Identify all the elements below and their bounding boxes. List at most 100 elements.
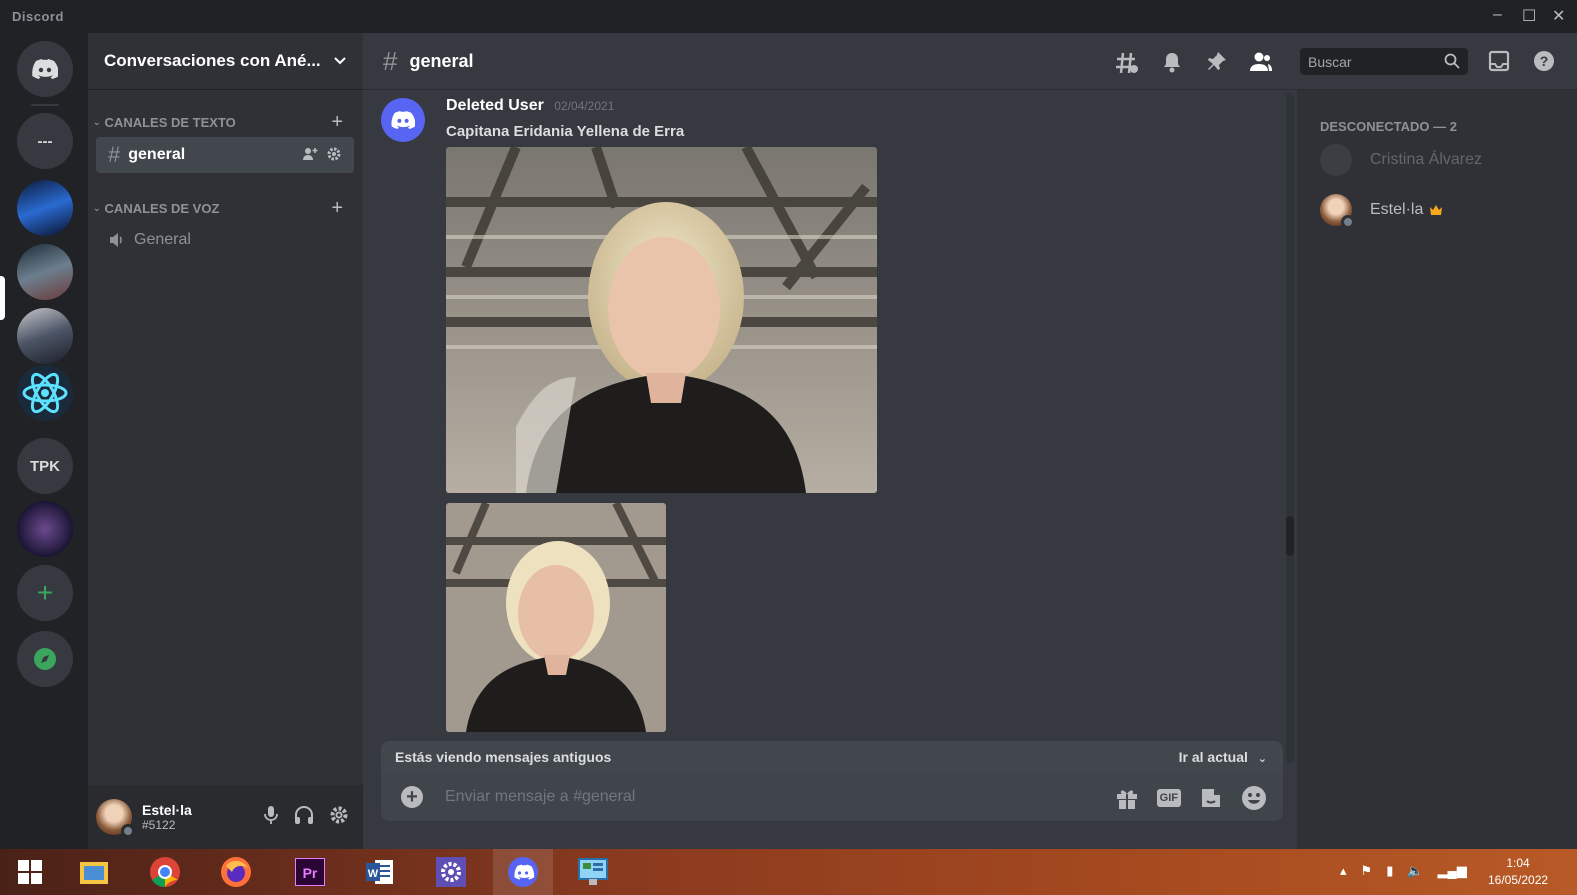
hash-icon: #: [108, 142, 121, 167]
guild-header[interactable]: Conversaciones con Ané...: [88, 33, 363, 90]
action-center-flag-icon[interactable]: ⚑: [1361, 863, 1373, 879]
message-input-placeholder: Enviar mensaje a #general: [445, 788, 636, 805]
taskbar-word[interactable]: W: [350, 849, 410, 895]
taskbar-clock[interactable]: 1:04 16/05/2022: [1488, 855, 1548, 889]
search-placeholder: Buscar: [1308, 53, 1352, 70]
battery-icon[interactable]: ▮: [1386, 863, 1393, 879]
firefox-icon: [221, 857, 251, 887]
guild-name: Conversaciones con Ané...: [104, 51, 321, 70]
explore-servers-button[interactable]: [17, 631, 73, 687]
svg-text:W: W: [368, 868, 379, 880]
message-author[interactable]: Deleted User: [446, 97, 544, 114]
clock-date: 16/05/2022: [1488, 873, 1549, 887]
old-messages-text: Estás viendo mensajes antiguos: [395, 749, 612, 765]
old-messages-bar: Estás viendo mensajes antiguos Ir al act…: [381, 741, 1283, 773]
minimize-button[interactable]: –: [1493, 6, 1502, 24]
server-avatar-icon[interactable]: [17, 308, 73, 364]
taskbar-firefox[interactable]: [206, 849, 266, 895]
scrollbar-track[interactable]: [1286, 93, 1294, 763]
emoji-icon[interactable]: [1241, 785, 1267, 811]
message-input[interactable]: + Enviar mensaje a #general GIF: [381, 773, 1283, 821]
taskbar-control-panel[interactable]: [563, 849, 623, 895]
channel-sidebar: Conversaciones con Ané... ⌄ CANALES DE T…: [88, 33, 363, 849]
create-channel-icon[interactable]: +: [331, 111, 343, 134]
rail-divider: [31, 104, 59, 106]
server-avatar-icon[interactable]: [17, 501, 73, 557]
system-tray: ▴ ⚑ ▮ 🔈 ▂▄▆: [1340, 863, 1467, 879]
username: Estel·la: [142, 802, 192, 818]
gear-icon[interactable]: [326, 146, 342, 162]
atom-server[interactable]: [17, 365, 73, 421]
taskbar-file-explorer[interactable]: [64, 849, 124, 895]
windows-taskbar: Pr W ▴ ⚑ ▮ 🔈 ▂▄▆ 1:04 16/05/2022: [0, 849, 1577, 895]
server-dashes[interactable]: ---: [17, 113, 73, 169]
chat-area: # general Buscar ? Deleted User 02/04/20…: [363, 33, 1577, 849]
network-signal-icon[interactable]: ▂▄▆: [1438, 863, 1467, 879]
close-button[interactable]: ✕: [1552, 6, 1565, 26]
user-info[interactable]: Estel·la #5122: [142, 802, 192, 832]
gif-button[interactable]: GIF: [1156, 789, 1181, 807]
member-item[interactable]: Cristina Álvarez: [1320, 144, 1482, 176]
start-button[interactable]: [0, 849, 60, 895]
home-button[interactable]: [17, 41, 73, 97]
headphones-icon[interactable]: [294, 805, 314, 825]
microphone-icon[interactable]: [263, 805, 279, 825]
portrait-image: [446, 503, 666, 732]
speaker-icon: [110, 233, 122, 247]
server-avatar-icon[interactable]: [17, 180, 73, 236]
server-avatar-icon[interactable]: [17, 244, 73, 300]
chevron-down-icon: ⌄: [93, 116, 101, 127]
member-item[interactable]: Estel·la: [1320, 194, 1443, 229]
chevron-down-icon: ⌄: [1257, 753, 1267, 765]
crown-icon: [1430, 205, 1443, 215]
channel-header: # general Buscar ?: [363, 33, 1577, 90]
taskbar-chrome[interactable]: [135, 849, 195, 895]
message-avatar[interactable]: [381, 98, 425, 142]
settings-gear-icon[interactable]: [329, 805, 349, 825]
sticker-icon[interactable]: [1199, 786, 1223, 810]
image-attachment[interactable]: [446, 503, 666, 732]
category-voice-channels[interactable]: ⌄ CANALES DE VOZ +: [88, 197, 363, 219]
channel-general[interactable]: # general: [96, 137, 354, 173]
category-label: CANALES DE VOZ: [104, 200, 220, 216]
create-channel-icon[interactable]: +: [331, 197, 343, 220]
maximize-button[interactable]: ☐: [1522, 6, 1536, 26]
avatar[interactable]: [96, 799, 135, 838]
volume-icon[interactable]: 🔈: [1407, 863, 1423, 879]
help-icon[interactable]: ?: [1533, 50, 1555, 72]
inbox-icon[interactable]: [1488, 50, 1510, 72]
threads-icon[interactable]: [1115, 51, 1139, 75]
image-attachment[interactable]: [446, 147, 877, 493]
server-tpk[interactable]: TPK: [17, 438, 73, 494]
invite-icon[interactable]: [302, 146, 318, 162]
scrollbar-thumb[interactable]: [1286, 516, 1294, 556]
taskbar-premiere[interactable]: Pr: [280, 849, 340, 895]
taskbar-discord[interactable]: [493, 849, 553, 895]
jump-to-present-button[interactable]: Ir al actual ⌄: [1179, 749, 1267, 765]
chevron-down-icon: [334, 57, 346, 65]
file-explorer-icon: [80, 862, 108, 884]
atom-icon: [22, 372, 68, 414]
search-icon: [1444, 53, 1460, 69]
pin-icon[interactable]: [1205, 51, 1227, 73]
message-content: Capitana Eridania Yellena de Erra: [446, 123, 685, 140]
discord-icon: [508, 857, 538, 887]
member-list-icon[interactable]: [1249, 51, 1273, 73]
discord-app: Discord – ☐ ✕ --- TPK + Conversaciones c…: [0, 0, 1577, 895]
gift-icon[interactable]: [1115, 786, 1139, 810]
add-server-button[interactable]: +: [17, 565, 73, 621]
tray-expand-icon[interactable]: ▴: [1340, 863, 1347, 879]
status-indicator: [1341, 215, 1355, 229]
hash-icon: #: [383, 45, 398, 76]
upload-plus-icon[interactable]: +: [401, 786, 423, 808]
status-indicator: [121, 824, 135, 838]
user-discriminator: #5122: [142, 818, 176, 832]
taskbar-settings[interactable]: [421, 849, 481, 895]
voice-channel-general[interactable]: General: [96, 222, 354, 258]
search-input[interactable]: Buscar: [1300, 48, 1468, 75]
start-icon: [18, 860, 42, 884]
svg-text:?: ?: [1540, 53, 1549, 69]
category-text-channels[interactable]: ⌄ CANALES DE TEXTO +: [88, 111, 363, 133]
bell-icon[interactable]: [1161, 51, 1183, 73]
channel-title: general: [409, 50, 474, 71]
